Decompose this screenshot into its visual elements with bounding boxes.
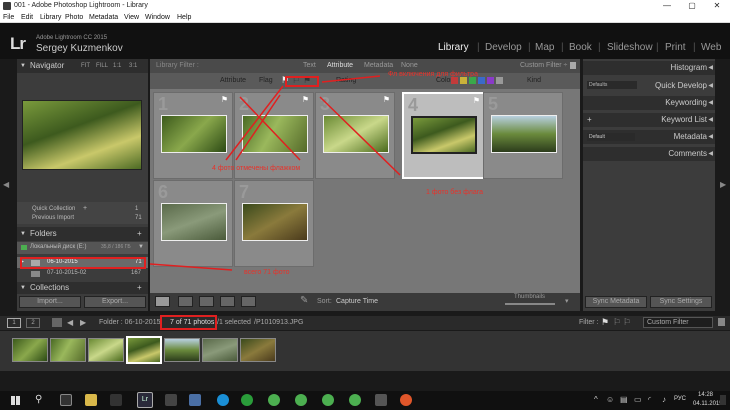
filmstrip-thumbnail[interactable] — [88, 338, 124, 362]
annotation-arrow — [149, 263, 233, 271]
folder-highlight — [20, 257, 146, 269]
annotation-arrow — [225, 85, 284, 161]
annotation-arrow — [235, 94, 281, 161]
flag-filter-highlight — [285, 76, 319, 87]
annotation-arrow — [239, 96, 301, 161]
annotation-flagged-photos: 4 фото отмечены флажком — [212, 165, 301, 172]
annotation-flags-enabled: Фл включения для фильтра — [388, 71, 478, 78]
filmstrip-thumbnail[interactable] — [50, 338, 86, 362]
filmstrip-thumbnail[interactable] — [126, 336, 162, 364]
filmstrip-thumbnail[interactable] — [12, 338, 48, 362]
photo-count-highlight — [160, 315, 217, 330]
annotation-arrow — [319, 96, 401, 176]
annotation-unflagged: 1 фото без флага — [426, 189, 484, 196]
filmstrip-thumbnail[interactable] — [164, 338, 200, 362]
filmstrip-thumbnail[interactable] — [202, 338, 238, 362]
annotation-arrow — [321, 75, 381, 83]
filmstrip-thumbnail[interactable] — [240, 338, 276, 362]
annotation-all-photos: всего 71 фото — [244, 269, 290, 276]
